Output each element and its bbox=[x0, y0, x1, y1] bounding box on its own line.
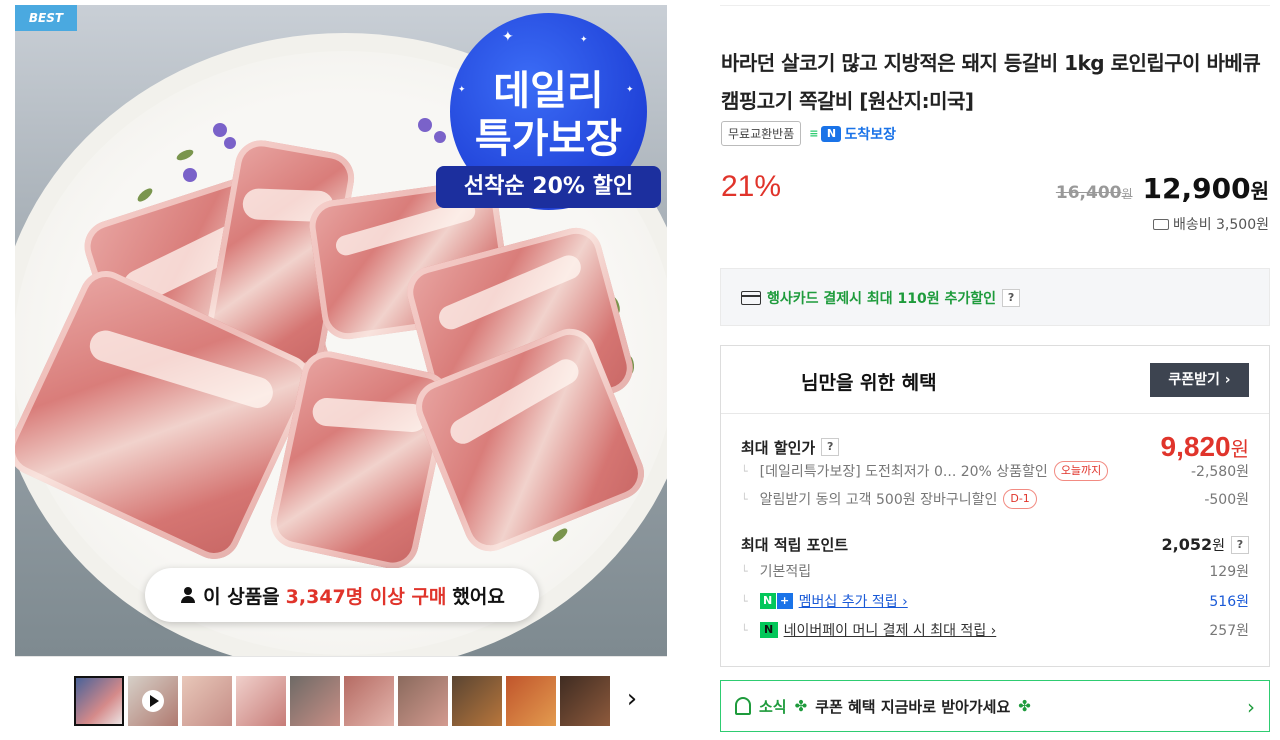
chevron-right-icon: › bbox=[1247, 695, 1255, 719]
promo-title-guarantee: 특가보장 bbox=[474, 116, 623, 162]
sparkle-icon: ✦ bbox=[502, 29, 514, 45]
benefit-header: 님만을 위한 혜택 쿠폰받기 › bbox=[721, 346, 1269, 414]
speed-lines-icon: ≡ bbox=[809, 127, 818, 140]
thumbnail-9[interactable] bbox=[506, 676, 556, 726]
promo-ribbon: 선착순 20% 할인 bbox=[436, 166, 661, 208]
thumbnail-4[interactable] bbox=[236, 676, 286, 726]
discount-item-value: -2,580원 bbox=[1190, 464, 1249, 480]
point-item-value: 257원 bbox=[1209, 623, 1249, 639]
sparkle-icon: ✦ bbox=[580, 35, 588, 45]
thumbnail-strip bbox=[74, 676, 610, 726]
point-item-row: N+ 멤버십 추가 적립 › 516원 bbox=[741, 591, 1249, 611]
help-icon[interactable]: ? bbox=[821, 438, 840, 456]
bell-icon bbox=[735, 697, 751, 715]
news-text: 쿠폰 혜택 지금바로 받아가세요 bbox=[815, 697, 1011, 716]
discount-item-label: 알림받기 동의 고객 500원 장바구니할인 bbox=[759, 492, 998, 508]
point-item-row: 기본적립 129원 bbox=[741, 561, 1249, 581]
credit-card-icon bbox=[741, 291, 761, 305]
arrival-guarantee-badge[interactable]: ≡ N 도착보장 bbox=[809, 124, 896, 144]
thumbnail-5[interactable] bbox=[290, 676, 340, 726]
play-icon bbox=[142, 690, 164, 712]
person-icon bbox=[179, 586, 197, 604]
news-tag: 소식 bbox=[759, 697, 787, 716]
card-promo-box: 행사카드 결제시 최대 110원 추가할인 ? bbox=[720, 268, 1270, 326]
help-icon[interactable]: ? bbox=[1002, 289, 1021, 307]
news-bar[interactable]: 소식 ✤ 쿠폰 혜택 지금바로 받아가세요 ✤ › bbox=[720, 680, 1270, 732]
max-points-row: 최대 적립 포인트 2,052원 ? bbox=[741, 534, 1249, 555]
thumbnail-7[interactable] bbox=[398, 676, 448, 726]
truck-icon bbox=[1152, 218, 1169, 230]
free-return-badge[interactable]: 무료교환반품 bbox=[721, 121, 802, 146]
naverpay-points-link[interactable]: 네이버페이 머니 결제 시 최대 적립 › bbox=[784, 620, 997, 640]
thumbnail-8[interactable] bbox=[452, 676, 502, 726]
buyer-count-pill: 이 상품을 3,347명 이상 구매 했어요 bbox=[145, 568, 539, 622]
shipping-fee: 배송비 3,500원 bbox=[1152, 214, 1269, 234]
max-discount-price: 9,820원 bbox=[1160, 431, 1249, 462]
thumbnail-divider bbox=[15, 656, 667, 657]
shipping-fee-text: 배송비 3,500원 bbox=[1172, 217, 1269, 233]
point-item-value: 516원 bbox=[1209, 594, 1249, 610]
price-block: 16,400원 12,900원 bbox=[1056, 172, 1269, 205]
arrival-guarantee-label: 도착보장 bbox=[844, 126, 896, 143]
buyer-prefix: 이 상품을 bbox=[203, 585, 280, 608]
naver-n-icon: N bbox=[821, 125, 842, 142]
discount-item-label: [데일리특가보장] 도전최저가 0... 20% 상품할인 bbox=[759, 464, 1048, 480]
point-item-label: 기본적립 bbox=[759, 564, 812, 580]
max-discount-label: 최대 할인가 bbox=[741, 438, 816, 457]
top-divider bbox=[720, 5, 1270, 6]
original-price: 16,400원 bbox=[1055, 183, 1133, 203]
thumbnail-1[interactable] bbox=[74, 676, 124, 726]
discount-item-value: -500원 bbox=[1204, 492, 1249, 508]
thumbnail-10[interactable] bbox=[560, 676, 610, 726]
point-item-value: 129원 bbox=[1209, 564, 1249, 580]
discount-rate: 21% bbox=[721, 170, 782, 203]
help-icon[interactable]: ? bbox=[1231, 535, 1249, 554]
benefit-title: 님만을 위한 혜택 bbox=[801, 372, 937, 394]
membership-points-link[interactable]: 멤버십 추가 적립 › bbox=[799, 591, 908, 611]
clover-icon: ✤ bbox=[794, 697, 808, 715]
benefit-box: 님만을 위한 혜택 쿠폰받기 › 최대 할인가 ? 9,820원 [데일리특가보… bbox=[720, 345, 1270, 667]
sale-price: 12,900원 bbox=[1142, 172, 1269, 205]
deadline-tag: D-1 bbox=[1003, 489, 1037, 509]
max-points-value: 2,052원 ? bbox=[1162, 535, 1249, 555]
card-promo-text: 행사카드 결제시 최대 110원 추가할인 bbox=[767, 291, 997, 307]
get-coupon-button[interactable]: 쿠폰받기 › bbox=[1150, 363, 1249, 397]
thumbnail-6[interactable] bbox=[344, 676, 394, 726]
thumbnail-video[interactable] bbox=[128, 676, 178, 726]
best-tag: BEST bbox=[15, 5, 77, 31]
product-title: 바라던 살코기 많고 지방적은 돼지 등갈비 1kg 로인립구이 바베큐 캠핑고… bbox=[721, 51, 1261, 113]
chevron-right-icon[interactable]: › bbox=[620, 686, 644, 712]
max-points-label: 최대 적립 포인트 bbox=[741, 536, 849, 554]
naver-plus-icon: N+ bbox=[759, 593, 793, 609]
max-discount-row: 최대 할인가 ? 9,820원 bbox=[741, 431, 1249, 463]
clover-icon: ✤ bbox=[1018, 697, 1031, 715]
product-badges: 무료교환반품 ≡ N 도착보장 bbox=[721, 121, 896, 146]
point-item-row: N 네이버페이 머니 결제 시 최대 적립 › 257원 bbox=[741, 620, 1249, 640]
naver-pay-icon: N bbox=[759, 622, 778, 638]
thumbnail-3[interactable] bbox=[182, 676, 232, 726]
buyer-suffix: 했어요 bbox=[452, 585, 505, 608]
discount-item-row: [데일리특가보장] 도전최저가 0... 20% 상품할인 오늘까지 -2,58… bbox=[741, 461, 1249, 481]
discount-item-row: 알림받기 동의 고객 500원 장바구니할인 D-1 -500원 bbox=[741, 489, 1249, 509]
buyer-count: 3,347명 이상 구매 bbox=[285, 585, 447, 608]
deadline-tag: 오늘까지 bbox=[1053, 461, 1109, 481]
